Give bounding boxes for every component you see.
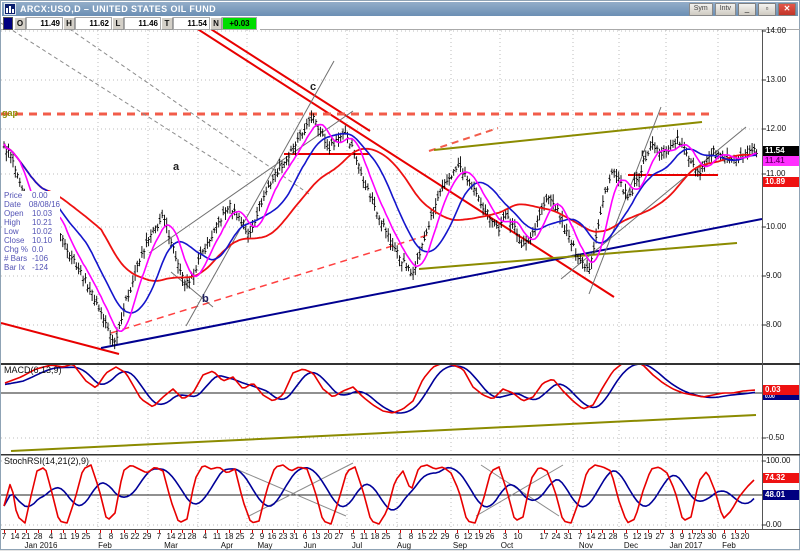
window-title: ARCX:USO,D – UNITED STATES OIL FUND: [20, 4, 217, 14]
data-window-row: High 10.21: [4, 218, 53, 227]
intv-button[interactable]: Intv: [714, 2, 736, 16]
wave-label-a: a: [173, 161, 180, 173]
stoch-axis-label: 0.00: [766, 520, 782, 529]
month-label: Jul: [351, 541, 363, 550]
restore-button[interactable]: ▫: [758, 2, 776, 16]
price-axis-label: 14.00: [766, 26, 787, 35]
data-window-row: # Bars -106: [4, 254, 49, 263]
low-value: 11.46: [124, 17, 161, 30]
sym-button[interactable]: Sym: [688, 2, 713, 16]
wave-label-r: r: [641, 148, 645, 159]
app-window: ARCX:USO,D – UNITED STATES OIL FUND Sym …: [0, 0, 800, 550]
price-axis-label: 10.00: [766, 222, 787, 231]
price-axis-label: 8.00: [766, 320, 782, 329]
quote-bar: O 11.49 H 11.62 L 11.46 T 11.54 N +0.03: [3, 17, 260, 30]
month-label: Sep: [452, 541, 468, 550]
month-label: Aug: [396, 541, 412, 550]
macd-signal-badge: 0.00: [763, 395, 799, 400]
month-label: Feb: [722, 541, 736, 550]
month-label: Jan 2016: [24, 541, 58, 550]
data-window-row: Bar Ix -124: [4, 263, 49, 272]
chart-app-icon: [4, 3, 16, 15]
net-label: N: [210, 17, 222, 30]
date-tick-label: 20: [740, 532, 750, 541]
data-window-row: Date 08/08/16: [4, 200, 60, 209]
month-label: Dec: [623, 541, 639, 550]
month-label: Mar: [164, 541, 178, 550]
open-value: 11.49: [26, 17, 63, 30]
macd-axis-label: -0.50: [766, 433, 785, 442]
month-label: Oct: [500, 541, 514, 550]
price-axis-label: 12.00: [766, 124, 787, 133]
net-change-value: +0.03: [222, 17, 257, 30]
data-window-row: Low 10.02: [4, 227, 53, 236]
macd-panel-label: MACD(6,13,9): [4, 365, 62, 375]
close-button[interactable]: ✕: [778, 2, 796, 16]
high-value: 11.62: [75, 17, 112, 30]
data-window-row: Chg % 0.0: [4, 245, 44, 254]
month-label: May: [257, 541, 273, 550]
gap-annotation: gap: [2, 108, 19, 118]
open-label: O: [14, 17, 26, 30]
month-label: Nov: [578, 541, 594, 550]
data-window-row: Open 10.03: [4, 209, 53, 218]
minimize-button[interactable]: _: [738, 2, 756, 16]
title-bar[interactable]: ARCX:USO,D – UNITED STATES OIL FUND Sym …: [2, 2, 798, 16]
month-label: Jun: [303, 541, 317, 550]
data-window-row: Close 10.10: [4, 236, 53, 245]
stochrsi-panel-label: StochRSI(14,21(2),9): [4, 456, 90, 466]
stoch-badge: 48.01: [763, 490, 799, 500]
symbol-color-chip: [3, 17, 13, 30]
price-badge: 11.54: [763, 146, 799, 156]
chart-plot-area[interactable]: [1, 30, 762, 529]
date-tick-label: 10: [513, 532, 523, 541]
low-label: L: [112, 17, 124, 30]
data-window-row: Price 0.00: [4, 191, 48, 200]
price-badge: 10.89: [763, 177, 799, 187]
price-axis-label: 13.00: [766, 75, 787, 84]
wave-label-b: b: [202, 293, 209, 305]
month-label: Feb: [98, 541, 112, 550]
data-window: Price 0.00 Date 08/08/16 Open 10.03 High 10.21 L…: [4, 191, 60, 272]
macd-value-badge: 0.03: [763, 385, 799, 395]
date-tick-label: 26: [485, 532, 495, 541]
price-badge: 11.41: [763, 156, 799, 166]
high-label: H: [63, 17, 75, 30]
trade-value: 11.54: [173, 17, 210, 30]
month-label: Jan 2017: [669, 541, 703, 550]
price-axis-label: 9.00: [766, 271, 782, 280]
trade-label: T: [161, 17, 173, 30]
wave-label-c: c: [310, 81, 317, 93]
stoch-badge: 74.32: [763, 473, 799, 483]
stoch-axis-label: 100.00: [766, 456, 791, 465]
